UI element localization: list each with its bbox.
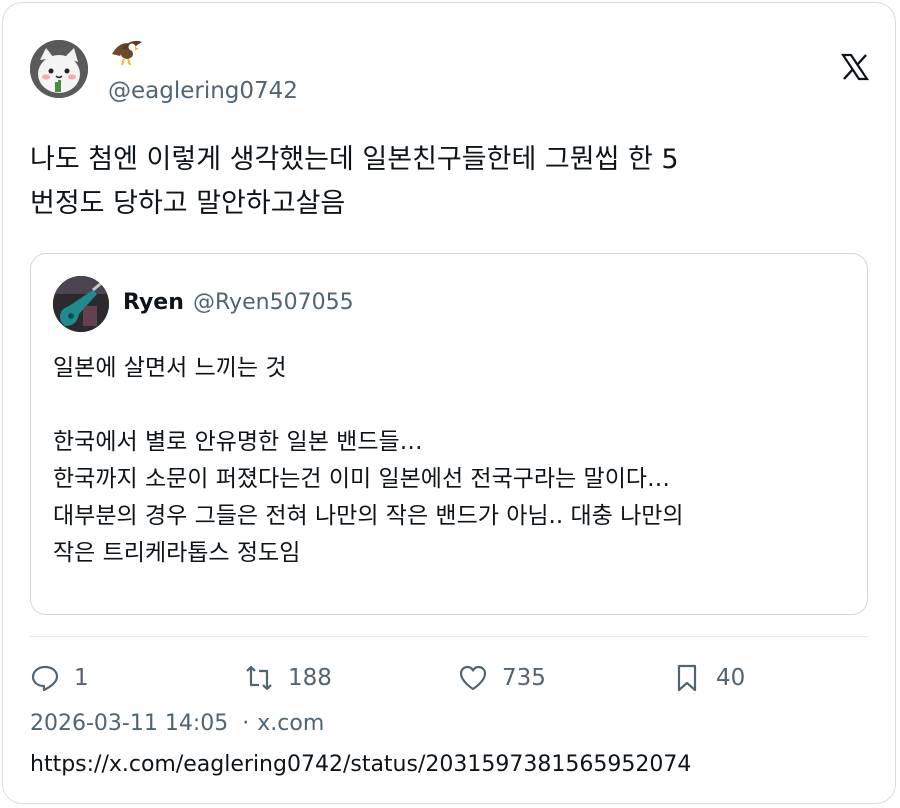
like-button[interactable]: 735: [458, 660, 546, 696]
tweet-url[interactable]: https://x.com/eaglering0742/status/20315…: [30, 752, 691, 777]
tweet-text: 나도 첨엔 이렇게 생각했는데 일본친구들한테 그뭔씹 한 5 번정도 당하고 …: [30, 144, 679, 219]
reply-count: 1: [74, 665, 89, 691]
bookmark-icon: [677, 664, 697, 692]
heart-icon: [459, 665, 487, 691]
reply-icon: [31, 665, 59, 692]
reply-button[interactable]: 1: [30, 660, 89, 696]
quoted-author-handle[interactable]: @Ryen507055: [193, 290, 354, 315]
quoted-tweet[interactable]: Ryen @Ryen507055 일본에 살면서 느끼는 것 한국에서 별로 안…: [30, 253, 868, 615]
author-avatar[interactable]: [30, 40, 88, 98]
retweet-icon: [246, 665, 272, 691]
retweet-button[interactable]: 188: [244, 660, 332, 696]
tweet-meta: 2026-03-11 14:05 · x.com: [30, 711, 324, 736]
divider: [30, 636, 868, 637]
bookmark-button[interactable]: 40: [672, 660, 745, 696]
quoted-author-avatar[interactable]: [53, 276, 109, 332]
timestamp[interactable]: 2026-03-11 14:05: [30, 711, 228, 736]
quoted-tweet-text: 일본에 살면서 느끼는 것 한국에서 별로 안유명한 일본 밴드들… 한국까지 …: [53, 355, 684, 566]
source-link[interactable]: x.com: [257, 711, 324, 736]
x-logo-icon[interactable]: [840, 52, 870, 82]
cat-avatar-icon: [30, 40, 88, 98]
quoted-author-name[interactable]: Ryen: [123, 290, 184, 315]
retweet-count: 188: [288, 665, 332, 691]
guitar-photo-icon: [53, 276, 109, 332]
bookmark-count: 40: [716, 665, 746, 691]
eagle-emoji-icon: [110, 34, 144, 68]
meta-separator: ·: [242, 711, 250, 736]
like-count: 735: [502, 665, 546, 691]
author-handle[interactable]: @eaglering0742: [108, 78, 298, 104]
